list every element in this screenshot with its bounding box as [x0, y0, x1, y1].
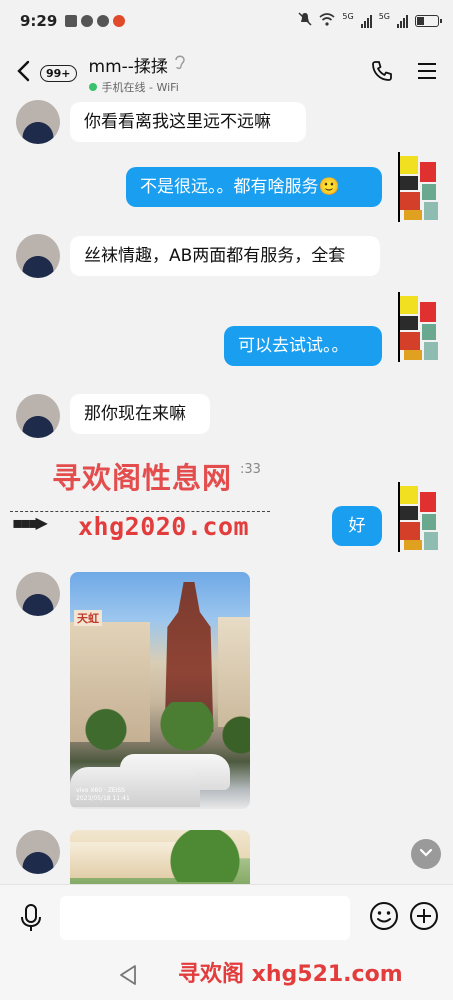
- online-dot-icon: [88, 82, 97, 91]
- chevron-left-icon: [17, 60, 30, 81]
- signal-icon-2: [397, 14, 408, 28]
- contact-avatar[interactable]: [16, 394, 60, 438]
- network-type-1: 5G: [342, 12, 354, 21]
- contact-avatar[interactable]: [16, 100, 60, 144]
- chevron-down-icon: [419, 848, 433, 857]
- input-bar: [0, 884, 453, 950]
- phone-icon: [372, 61, 392, 81]
- image-message-building[interactable]: 天虹 vivo X60 · ZEISS 2023/05/18 11:41: [70, 572, 250, 809]
- signal-icon-1: [360, 14, 372, 28]
- contact-avatar[interactable]: [16, 234, 60, 278]
- message-bubble-outgoing[interactable]: 好: [332, 506, 382, 546]
- message-bubble-outgoing[interactable]: 可以去试试。。: [224, 326, 382, 366]
- phone-call-button[interactable]: [371, 60, 393, 86]
- unread-badge[interactable]: 99+: [40, 64, 77, 82]
- contact-info[interactable]: mm--揉揉 手机在线 - WiFi: [88, 52, 186, 95]
- message-bubble-outgoing[interactable]: 不是很远。。都有啥服务🙂: [126, 167, 382, 207]
- photo-sign-text: 天虹: [74, 610, 102, 626]
- status-right-icons: 5G 5G: [298, 12, 442, 30]
- plus-circle-icon: [410, 901, 438, 930]
- hamburger-menu-icon: [418, 63, 436, 79]
- back-button[interactable]: [16, 60, 34, 87]
- emoji-icon: [370, 901, 398, 930]
- robot-icon: [97, 15, 110, 27]
- watermark-footer: 寻欢阁 xhg521.com: [178, 962, 403, 987]
- weibo-icon: [113, 15, 126, 27]
- scroll-to-bottom-button[interactable]: [411, 839, 441, 869]
- photo-caption: vivo X60 · ZEISS 2023/05/18 11:41: [76, 787, 130, 802]
- app-icon: [81, 15, 94, 27]
- online-status: 手机在线 - WiFi: [101, 80, 179, 94]
- add-button[interactable]: [409, 901, 439, 935]
- image-message-garden[interactable]: [70, 830, 250, 886]
- watermark-arrow-icon: ▪▪▪▶: [12, 513, 48, 532]
- message-bubble-incoming[interactable]: 你看看离我这里远不远嘛: [70, 102, 306, 142]
- watermark-url: xhg2020.com: [78, 512, 250, 541]
- status-left-icons: [65, 15, 126, 27]
- microphone-icon: [21, 903, 41, 931]
- menu-button[interactable]: [417, 62, 437, 84]
- my-avatar[interactable]: [394, 292, 442, 362]
- contact-avatar[interactable]: [16, 572, 60, 616]
- message-bubble-incoming[interactable]: 丝袜情趣，AB两面都有服务，全套: [70, 236, 380, 276]
- my-avatar[interactable]: [394, 152, 442, 222]
- status-bar: 9:29 5G 5G: [0, 0, 453, 42]
- emoji-button[interactable]: [369, 901, 399, 935]
- mute-icon: [298, 12, 312, 30]
- message-timestamp: :33: [240, 462, 261, 477]
- notification-icon: [65, 15, 78, 27]
- nav-back-button[interactable]: [118, 964, 138, 990]
- message-bubble-incoming[interactable]: 那你现在来嘛: [70, 394, 210, 434]
- ear-icon: [174, 54, 186, 75]
- watermark-title: 寻欢阁性息网: [52, 461, 233, 495]
- chat-header: 99+ mm--揉揉 手机在线 - WiFi: [0, 48, 453, 98]
- my-avatar[interactable]: [394, 482, 442, 552]
- wifi-icon: [319, 12, 335, 30]
- status-time: 9:29: [20, 12, 58, 30]
- contact-name: mm--揉揉: [88, 56, 168, 77]
- battery-icon: [415, 15, 442, 27]
- triangle-back-icon: [120, 965, 136, 985]
- voice-input-button[interactable]: [14, 903, 48, 932]
- message-input[interactable]: [60, 895, 350, 940]
- contact-avatar[interactable]: [16, 830, 60, 874]
- network-type-2: 5G: [378, 12, 390, 21]
